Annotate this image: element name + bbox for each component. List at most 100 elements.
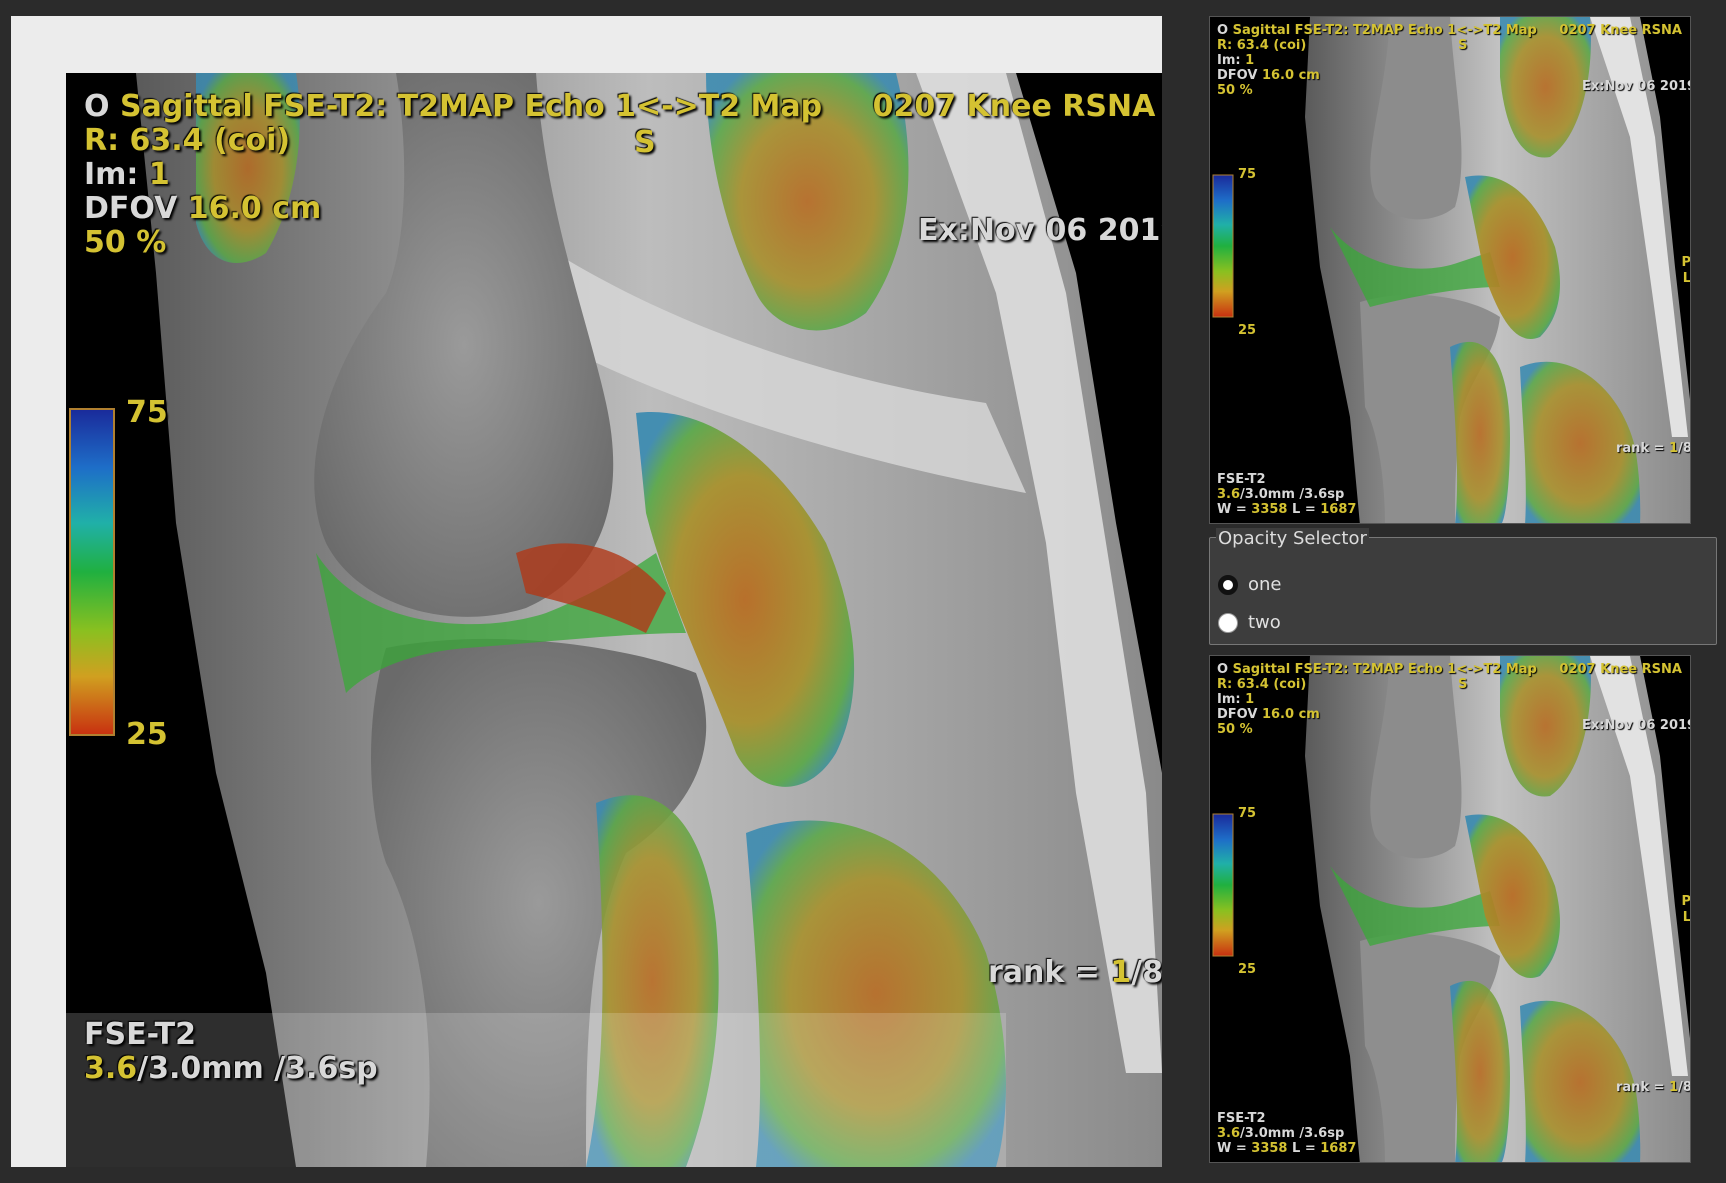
image-prefix: Im: [84,157,139,192]
dfov-value: 16.0 cm [187,191,322,226]
thickness-rest: /3.0mm /3.6sp [1240,1126,1345,1141]
orientation-right-2: L [1682,910,1691,925]
rank-line: rank = 1/8 [1616,1080,1691,1095]
main-mri-viewport[interactable]: O Sagittal FSE-T2: T2MAP Echo 1<->T2 Map… [66,73,1162,1167]
rank-value: 1 [1110,955,1132,990]
colorbar-min-label: 25 [1238,962,1257,977]
exam-date: Ex:Nov 06 2019 [1582,79,1691,94]
image-number: 1 [1245,692,1255,707]
orientation-right-1: P [1681,894,1691,909]
dfov-prefix: DFOV [84,191,178,226]
sequence-label: FSE-T2 [84,1017,196,1052]
rank-suffix: /8 [1131,955,1162,990]
thickness-line: 3.6/3.0mm /3.6sp [84,1051,378,1086]
colorbar-min-label: 25 [126,717,168,752]
thickness-value: 3.6 [84,1051,138,1086]
thickness-value: 3.6 [1217,487,1241,502]
image-number: 1 [1245,53,1255,68]
sequence-label: FSE-T2 [1217,472,1266,487]
colorbar-max-label: 75 [1238,806,1257,821]
opacity-selector-group: Opacity Selector one two [1209,528,1717,645]
series-prefix: O [84,89,110,124]
image-number-line: Im: 1 [84,157,170,192]
radio-two-indicator[interactable] [1218,612,1238,633]
window-level-line: W = 3358 L = 1687 [1217,1141,1356,1156]
orientation-right-2: L [1682,271,1691,286]
dfov-line: DFOV 16.0 cm [84,191,321,226]
rank-suffix: /8 [1678,441,1691,456]
colorbar [69,408,115,736]
window-value: 3358 [1251,1141,1288,1156]
thickness-rest: /3.0mm /3.6sp [1240,487,1345,502]
thumbnail-viewport-bottom[interactable]: O Sagittal FSE-T2: T2MAP Echo 1<->T2 Map… [1209,655,1691,1163]
rank-line: rank = 1/8 [1616,441,1691,456]
rank-line: rank = 1/8 [988,955,1162,990]
image-number-line: Im: 1 [1217,53,1254,68]
r-value: R: 63.4 (coi) [84,123,291,158]
image-prefix: Im: [1217,53,1241,68]
series-line: O Sagittal FSE-T2: T2MAP Echo 1<->T2 Map… [1217,662,1682,677]
level-value: 1687 [1320,502,1357,517]
thickness-line: 3.6/3.0mm /3.6sp [1217,487,1344,502]
radio-one-label[interactable]: one [1248,574,1282,595]
series-name: Sagittal FSE-T2: T2MAP Echo 1<->T2 Map [119,89,823,124]
colorbar-max-label: 75 [1238,167,1257,182]
radio-two-label[interactable]: two [1248,612,1281,633]
level-value: 1687 [1320,1141,1357,1156]
image-number-line: Im: 1 [1217,692,1254,707]
image-number: 1 [148,157,170,192]
level-label: L = [1287,1141,1321,1156]
thumbnail-colorbar [1212,174,1234,318]
thickness-line: 3.6/3.0mm /3.6sp [1217,1126,1344,1141]
series-line: O Sagittal FSE-T2: T2MAP Echo 1<->T2 Map… [1217,23,1682,38]
rank-value: 1 [1669,1080,1679,1095]
window-value: 3358 [1251,502,1288,517]
series-name: Sagittal FSE-T2: T2MAP Echo 1<->T2 Map [1232,23,1537,38]
rank-prefix: rank = [1616,441,1670,456]
window-level-line: W = 3358 L = 1687 [1217,502,1356,517]
rank-prefix: rank = [1616,1080,1670,1095]
sequence-label: FSE-T2 [1217,1111,1266,1126]
series-line: O Sagittal FSE-T2: T2MAP Echo 1<->T2 Map… [84,89,1155,124]
dfov-prefix: DFOV [1217,707,1258,722]
exam-date: Ex:Nov 06 2019 [918,213,1162,248]
zoom-level: 50 % [1217,722,1253,737]
main-viewport-frame: O Sagittal FSE-T2: T2MAP Echo 1<->T2 Map… [11,16,1162,1167]
rank-prefix: rank = [988,955,1111,990]
opacity-selector-legend: Opacity Selector [1216,528,1369,549]
level-label: L = [1287,502,1321,517]
radio-one-indicator[interactable] [1218,574,1238,595]
dfov-line: DFOV 16.0 cm [1217,707,1320,722]
dfov-prefix: DFOV [1217,68,1258,83]
series-prefix: O [1217,662,1229,677]
colorbar-max-label: 75 [126,395,168,430]
exam-date: Ex:Nov 06 2019 [1582,718,1691,733]
zoom-level: 50 % [84,225,167,260]
zoom-level: 50 % [1217,83,1253,98]
thumbnail-viewport-top[interactable]: O Sagittal FSE-T2: T2MAP Echo 1<->T2 Map… [1209,16,1691,524]
series-name: Sagittal FSE-T2: T2MAP Echo 1<->T2 Map [1232,662,1537,677]
r-value: R: 63.4 (coi) [1217,677,1307,692]
thumbnail-colorbar [1212,813,1234,957]
window-label: W = [1217,1141,1252,1156]
dfov-value: 16.0 cm [1261,68,1320,83]
window-label: W = [1217,502,1252,517]
thickness-rest: /3.0mm /3.6sp [137,1051,378,1086]
dfov-line: DFOV 16.0 cm [1217,68,1320,83]
dfov-value: 16.0 cm [1261,707,1320,722]
rank-suffix: /8 [1678,1080,1691,1095]
orientation-top: S [634,125,656,160]
opacity-option-one[interactable]: one [1218,574,1282,595]
image-prefix: Im: [1217,692,1241,707]
opacity-option-two[interactable]: two [1218,612,1281,633]
series-prefix: O [1217,23,1229,38]
study-name: 0207 Knee RSNA [872,89,1156,124]
r-value: R: 63.4 (coi) [1217,38,1307,53]
study-name: 0207 Knee RSNA [1559,23,1682,38]
orientation-top: S [1458,38,1468,53]
study-name: 0207 Knee RSNA [1559,662,1682,677]
orientation-top: S [1458,677,1468,692]
orientation-right-1: P [1681,255,1691,270]
thickness-value: 3.6 [1217,1126,1241,1141]
rank-value: 1 [1669,441,1679,456]
